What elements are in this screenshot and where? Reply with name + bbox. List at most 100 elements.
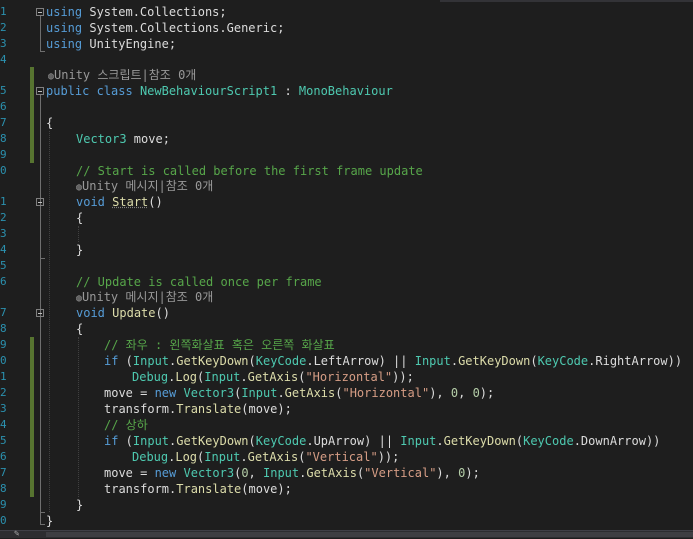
line-number: 7 bbox=[0, 466, 7, 479]
code-line[interactable]: } bbox=[46, 513, 693, 529]
code-line[interactable]: // Start is called before the first fram… bbox=[76, 163, 693, 179]
line-number: 5 bbox=[0, 259, 7, 272]
brace: { bbox=[76, 322, 84, 336]
code-line[interactable]: Debug.Log(Input.GetAxis("Vertical")); bbox=[132, 449, 693, 465]
type-name: KeyCode bbox=[255, 434, 307, 448]
line-number: 4 bbox=[0, 418, 7, 431]
line-number: 5 bbox=[0, 84, 7, 97]
codelens-references[interactable]: ◍Unity 메시지|참조 0개 bbox=[76, 178, 693, 194]
line-number: 9 bbox=[0, 498, 7, 511]
code-line[interactable]: void Start() bbox=[76, 194, 693, 210]
code-line[interactable]: move = new Vector3(0, Input.GetAxis("Ver… bbox=[104, 465, 693, 481]
method-name: Update bbox=[112, 306, 156, 320]
line-number: 0 bbox=[0, 164, 7, 177]
keyword: if bbox=[104, 354, 119, 368]
code-text: ( bbox=[118, 434, 133, 448]
method-name: Translate bbox=[176, 402, 242, 416]
scrollbar-thumb[interactable] bbox=[46, 532, 693, 537]
comment: // 좌우 : 왼쪽화살표 혹은 오른쪽 화살표 bbox=[104, 338, 335, 352]
base-class-name: MonoBehaviour bbox=[298, 84, 393, 98]
line-number: 0 bbox=[0, 354, 7, 367]
code-line[interactable]: transform.Translate(move); bbox=[104, 401, 693, 417]
codelens-references[interactable]: ◍Unity 메시지|참조 0개 bbox=[76, 289, 693, 305]
line-number: 6 bbox=[0, 450, 7, 463]
code-line[interactable]: transform.Translate(move); bbox=[104, 481, 693, 497]
outline-line bbox=[40, 512, 45, 513]
type-name: Vector3 bbox=[183, 386, 235, 400]
line-number: 2 bbox=[0, 21, 7, 34]
keyword: class bbox=[89, 84, 140, 98]
line-number: 0 bbox=[0, 514, 7, 527]
type-name: Input bbox=[204, 450, 241, 464]
codelens-references[interactable]: ◍Unity 스크립트|참조 0개 bbox=[48, 67, 693, 83]
number-literal: 0 bbox=[241, 466, 249, 480]
code-line[interactable]: if (Input.GetKeyDown(KeyCode.LeftArrow) … bbox=[104, 353, 693, 369]
code-line[interactable]: using UnityEngine; bbox=[46, 36, 693, 52]
code-line[interactable]: if (Input.GetKeyDown(KeyCode.UpArrow) ||… bbox=[104, 433, 693, 449]
code-line[interactable]: } bbox=[76, 497, 693, 513]
enum-member: UpArrow bbox=[313, 434, 365, 448]
code-text: () bbox=[155, 306, 170, 320]
line-number: 3 bbox=[0, 402, 7, 415]
code-text: )) bbox=[667, 354, 683, 368]
collapse-toggle[interactable] bbox=[36, 87, 44, 95]
method-name: Translate bbox=[176, 482, 242, 496]
code-line[interactable]: Debug.Log(Input.GetAxis("Horizontal")); bbox=[132, 369, 693, 385]
code-line[interactable]: // Update is called once per frame bbox=[76, 274, 693, 290]
line-number: 9 bbox=[0, 148, 7, 161]
codelens-text: Unity 메시지|참조 0개 bbox=[82, 179, 214, 193]
line-number: 8 bbox=[0, 322, 7, 335]
code-text: (move); bbox=[241, 402, 292, 416]
code-text: ), bbox=[436, 466, 459, 480]
code-text: UnityEngine; bbox=[82, 37, 177, 51]
type-name: Debug bbox=[132, 450, 169, 464]
line-number: 9 bbox=[0, 338, 7, 351]
keyword: new bbox=[154, 466, 177, 480]
code-text: . bbox=[240, 370, 248, 384]
keyword: public bbox=[46, 84, 90, 98]
code-line[interactable]: using System.Collections; bbox=[46, 4, 693, 20]
code-text: ( bbox=[248, 434, 256, 448]
keyword: void bbox=[76, 306, 105, 320]
code-line[interactable]: void Update() bbox=[76, 305, 693, 321]
code-line[interactable]: { bbox=[76, 321, 693, 337]
line-number: 6 bbox=[0, 100, 7, 113]
collapse-toggle[interactable] bbox=[36, 8, 44, 16]
collapse-toggle[interactable] bbox=[36, 309, 44, 317]
code-line[interactable]: // 상하 bbox=[104, 417, 693, 433]
code-text: )); bbox=[392, 370, 414, 384]
indent-guide bbox=[78, 337, 79, 497]
code-text: )) bbox=[645, 434, 661, 448]
code-line[interactable]: public class NewBehaviourScript1 : MonoB… bbox=[46, 83, 693, 99]
type-name: Input bbox=[132, 354, 170, 368]
string-literal: "Vertical" bbox=[364, 466, 437, 480]
code-line[interactable]: // 좌우 : 왼쪽화살표 혹은 오른쪽 화살표 bbox=[104, 337, 693, 353]
collapse-toggle[interactable] bbox=[36, 198, 44, 206]
code-text: ), bbox=[429, 386, 451, 400]
change-indicator bbox=[30, 337, 34, 497]
code-text: . bbox=[277, 386, 285, 400]
brace: } bbox=[76, 498, 84, 512]
code-editor[interactable]: 1 2 3 4 5 6 7 8 9 0 1 2 3 4 5 6 7 8 9 0 … bbox=[0, 0, 693, 539]
method-name: GetAxis bbox=[284, 386, 336, 400]
enum-member: LeftArrow bbox=[313, 354, 379, 368]
code-line[interactable]: } bbox=[76, 242, 693, 258]
brace: } bbox=[46, 514, 54, 528]
method-name: GetAxis bbox=[247, 370, 299, 384]
code-text: transform. bbox=[104, 482, 177, 496]
keyword: new bbox=[154, 386, 177, 400]
change-indicator bbox=[30, 67, 34, 163]
code-line[interactable]: Vector3 move; bbox=[76, 131, 693, 147]
code-line[interactable]: using System.Collections.Generic; bbox=[46, 20, 693, 36]
code-line[interactable]: { bbox=[76, 210, 693, 226]
type-name: Vector3 bbox=[183, 466, 235, 480]
keyword: using bbox=[46, 37, 83, 51]
brace: } bbox=[76, 243, 84, 257]
code-line[interactable]: move = new Vector3(Input.GetAxis("Horizo… bbox=[104, 385, 693, 401]
line-number: 2 bbox=[0, 211, 7, 224]
code-text: (move); bbox=[241, 482, 292, 496]
code-line[interactable]: { bbox=[46, 115, 693, 131]
outline-line bbox=[40, 16, 41, 52]
method-name: Start bbox=[112, 195, 149, 209]
line-number: 6 bbox=[0, 275, 7, 288]
